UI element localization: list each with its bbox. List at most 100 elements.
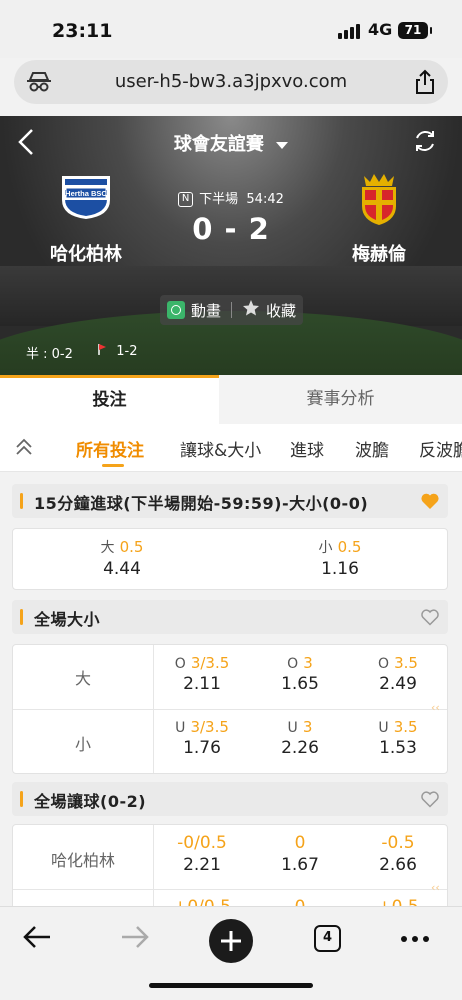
- odds-value: 4.44: [103, 559, 141, 579]
- corner-score: 1-2: [116, 344, 138, 359]
- odds-line: 0.5: [337, 538, 362, 556]
- odds-value: 1.53: [379, 738, 417, 758]
- odds-prefix: U: [175, 720, 186, 736]
- main-tabs: 投注 賽事分析: [0, 375, 462, 424]
- odds-line: -0/0.5: [177, 833, 227, 853]
- period-text: 下半場: [199, 192, 239, 207]
- accent-bar: [20, 609, 23, 625]
- heart-outline-icon[interactable]: [420, 608, 440, 630]
- section-title: 全場讓球(0-2): [34, 792, 147, 811]
- divider: [231, 302, 232, 318]
- section-header-15min[interactable]: 15分鐘進球(下半場開始-59:59)-大小(0-0): [12, 484, 448, 518]
- more-icon[interactable]: [400, 929, 430, 948]
- odds-prefix: U: [378, 720, 389, 736]
- odds-label: 大: [100, 540, 115, 556]
- home-indicator: [149, 983, 313, 988]
- odds-cell[interactable]: U 3 2.26: [251, 717, 349, 758]
- corner-count: 1-2: [96, 343, 138, 359]
- market-card-total: 大 小 O 3/3.5 2.11 O 3 1.65 O 3.5 2.49 U 3/3.…: [12, 644, 448, 774]
- odds-prefix: O: [174, 656, 186, 672]
- odds-value: 1.76: [183, 738, 221, 758]
- odds-line: 3: [302, 718, 313, 736]
- share-icon[interactable]: [414, 69, 436, 99]
- odds-value: 2.26: [281, 738, 319, 758]
- animation-button[interactable]: 動畫: [191, 300, 221, 321]
- tabs-count-button[interactable]: 4: [314, 925, 341, 952]
- odds-line: 3.5: [393, 718, 418, 736]
- odds-line: 3/3.5: [190, 654, 230, 672]
- url-text[interactable]: user-h5-bw3.a3jpxvo.com: [14, 71, 448, 92]
- filter-goals[interactable]: 進球: [290, 436, 324, 461]
- section-header-total[interactable]: 全場大小: [12, 600, 448, 634]
- address-bar[interactable]: user-h5-bw3.a3jpxvo.com: [14, 60, 448, 104]
- row-label-over: 大: [74, 669, 91, 688]
- odds-value: 2.66: [379, 855, 417, 875]
- odds-line: 3/3.5: [190, 718, 229, 736]
- collapse-all-icon[interactable]: [14, 437, 34, 461]
- odds-value: 2.49: [379, 674, 417, 694]
- competition-name[interactable]: 球會友誼賽: [174, 134, 264, 155]
- status-bar: 23:11 4G 71: [0, 0, 462, 58]
- divider: [13, 709, 447, 710]
- section-header-handicap[interactable]: 全場讓球(0-2): [12, 782, 448, 816]
- odds-prefix: U: [287, 720, 298, 736]
- away-team-crest: [356, 170, 402, 230]
- odds-over-15min[interactable]: 大 0.5 4.44: [13, 537, 231, 579]
- match-clock: 54:42: [246, 192, 284, 207]
- scroll-right-icon[interactable]: ‹‹: [431, 701, 440, 714]
- odds-cell[interactable]: O 3/3.5 2.11: [153, 653, 251, 694]
- odds-value: 1.65: [281, 674, 319, 694]
- animation-icon[interactable]: [166, 301, 185, 319]
- heart-outline-icon[interactable]: [420, 790, 440, 812]
- signal-icon: [338, 24, 360, 39]
- filter-all[interactable]: 所有投注: [76, 436, 144, 461]
- new-tab-button[interactable]: [209, 919, 253, 963]
- odds-line: 0: [294, 833, 306, 853]
- odds-line: 3: [303, 654, 313, 672]
- forward-nav-icon[interactable]: [118, 923, 150, 955]
- caret-down-icon[interactable]: [276, 141, 289, 149]
- battery-icon: 71: [398, 22, 428, 39]
- odds-cell[interactable]: U 3/3.5 1.76: [153, 717, 251, 758]
- away-team-name: 梅赫倫: [352, 244, 406, 265]
- active-filter-underline: [102, 464, 124, 467]
- odds-label: 小: [318, 540, 333, 556]
- odds-value: 1.16: [321, 559, 359, 579]
- odds-prefix: O: [287, 656, 299, 672]
- refresh-icon[interactable]: [412, 128, 438, 158]
- battery-cap: [430, 27, 432, 34]
- odds-cell[interactable]: O 3 1.65: [251, 653, 349, 694]
- accent-bar: [20, 791, 23, 807]
- accent-bar: [20, 493, 23, 509]
- odds-cell[interactable]: -0.5 2.66: [349, 833, 447, 875]
- tab-analysis[interactable]: 賽事分析: [219, 375, 462, 424]
- tab-bet[interactable]: 投注: [0, 375, 219, 424]
- match-actions: 動畫 收藏: [160, 295, 303, 325]
- section-title: 15分鐘進球(下半場開始-59:59)-大小(0-0): [34, 494, 369, 513]
- halftime-score: 半 : 0-2: [26, 347, 73, 362]
- scroll-right-icon[interactable]: ‹‹: [431, 881, 440, 894]
- odds-value: 1.67: [281, 855, 319, 875]
- star-icon[interactable]: [242, 299, 260, 321]
- competition-selector[interactable]: 球會友誼賽: [0, 130, 462, 156]
- market-filter-nav: 所有投注 讓球&大小 進球 波膽 反波膽: [0, 424, 462, 472]
- odds-line: -0.5: [381, 833, 415, 853]
- network-type: 4G: [368, 20, 393, 39]
- odds-line: 3.5: [394, 654, 418, 672]
- row-label-home: 哈化柏林: [50, 851, 115, 870]
- odds-cell[interactable]: U 3.5 1.53: [349, 717, 447, 758]
- odds-cell[interactable]: -0/0.5 2.21: [153, 833, 251, 875]
- plus-icon: [221, 931, 241, 951]
- period-badge: N: [178, 192, 194, 207]
- odds-cell[interactable]: O 3.5 2.49: [349, 653, 447, 694]
- odds-under-15min[interactable]: 小 0.5 1.16: [231, 537, 449, 579]
- back-nav-icon[interactable]: [22, 923, 54, 955]
- odds-cell[interactable]: 0 1.67: [251, 833, 349, 875]
- row-label-under: 小: [74, 735, 91, 754]
- odds-value: 2.21: [183, 855, 221, 875]
- filter-handicap-total[interactable]: 讓球&大小: [180, 436, 261, 461]
- filter-anti-correct-score[interactable]: 反波膽: [419, 436, 462, 461]
- heart-filled-icon[interactable]: [420, 492, 440, 514]
- favorite-button[interactable]: 收藏: [266, 300, 296, 321]
- filter-correct-score[interactable]: 波膽: [355, 436, 389, 461]
